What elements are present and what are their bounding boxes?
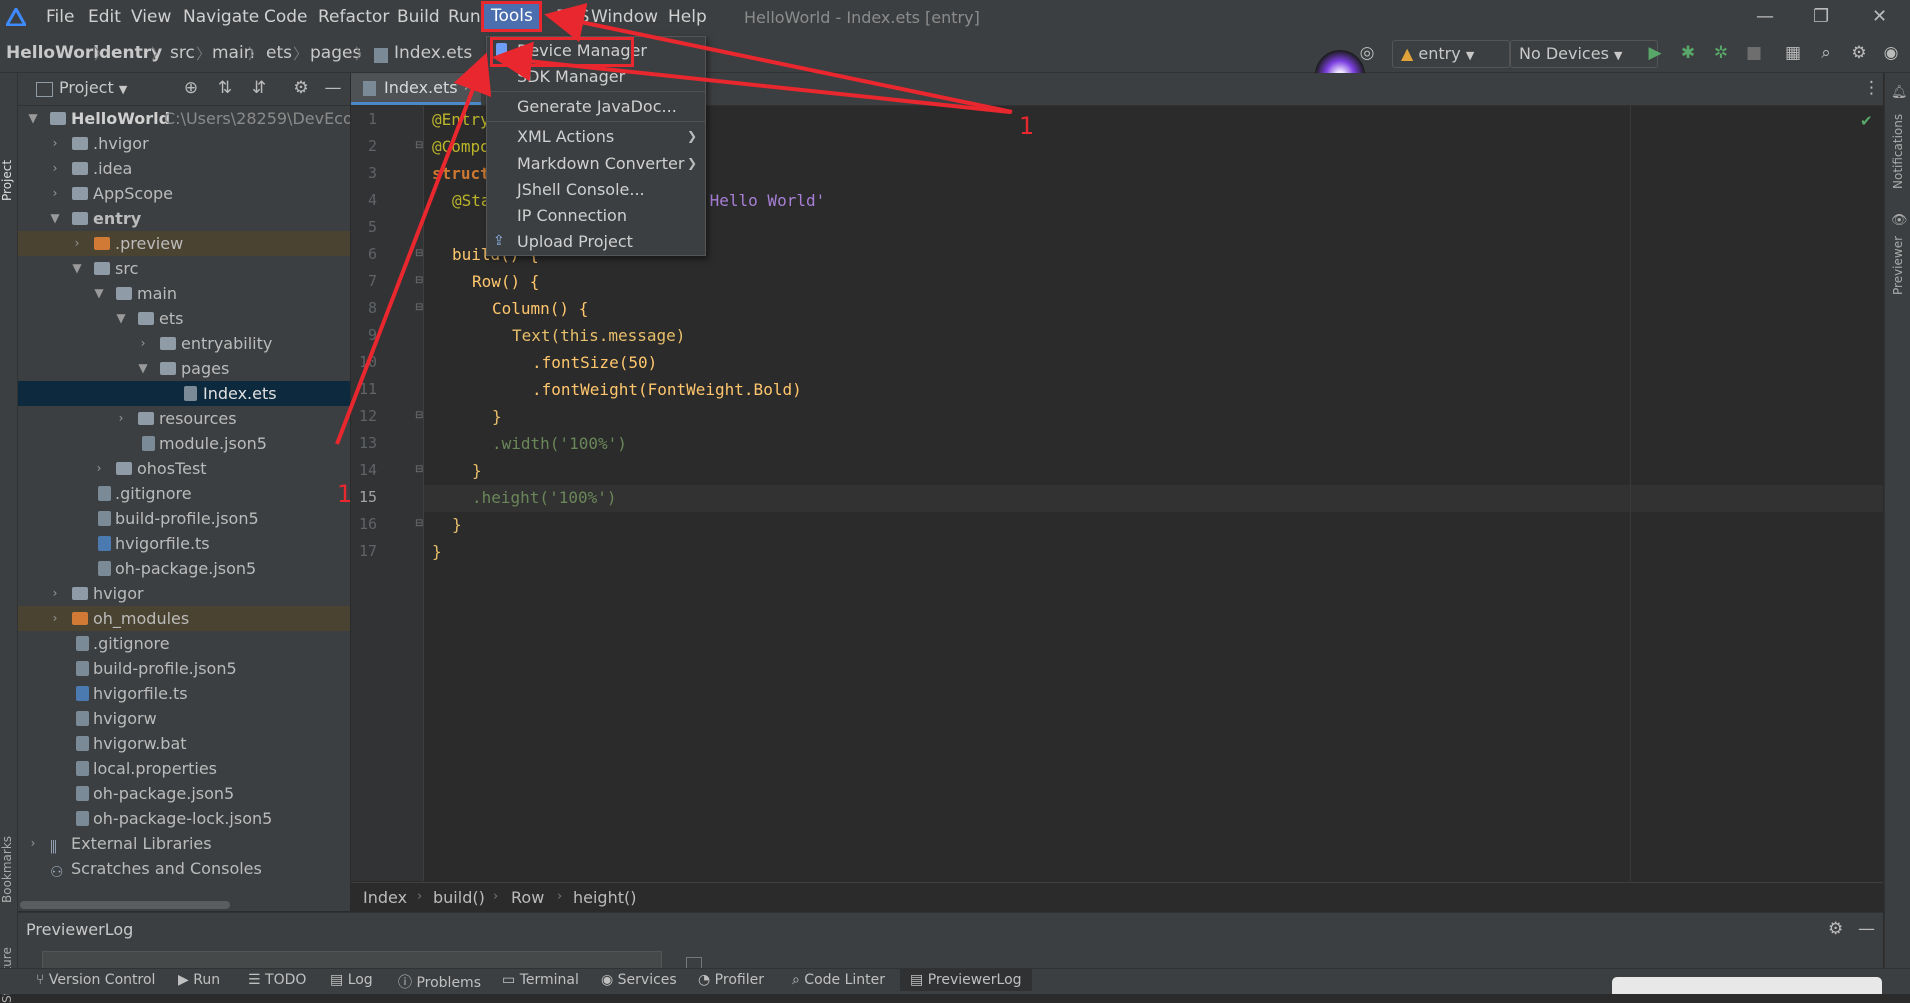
annotation-label: 1	[1019, 112, 1035, 140]
annotation-arrows	[335, 2, 1013, 445]
annotation-label: 1	[337, 480, 353, 508]
annotation-arrow-from-tree	[335, 52, 492, 445]
annotation-arrow-to-device-manager	[492, 41, 1011, 114]
annotation-arrow-to-tools	[544, 2, 1013, 114]
